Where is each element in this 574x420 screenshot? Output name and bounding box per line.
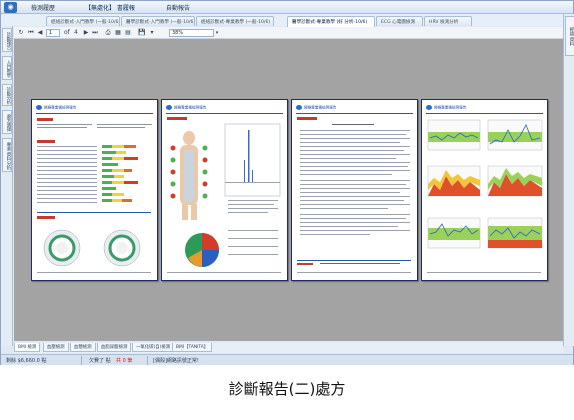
page-of-label: of: [64, 29, 70, 36]
page-1-content: [37, 118, 152, 273]
btab-co[interactable]: 一氧化碳(自)檢測: [132, 343, 175, 352]
caption: 診斷報告(二)處方: [228, 380, 346, 398]
menu-bar: ◉ 檢測履歷 【無處化】 書履報 自動報告: [1, 1, 573, 14]
zoom-dropdown-icon[interactable]: ▾: [213, 29, 221, 37]
tab-medical-basic[interactable]: 醫學診斷式-入門教學 (一般-10/6): [121, 16, 195, 26]
zoom-select[interactable]: 38%: [169, 29, 214, 37]
report-tabs: 經絡診斷式-入門教學 (一般-10/6) 醫學診斷式-入門教學 (一般-10/6…: [1, 14, 573, 27]
viewer-toolbar: ↻ ⏮ ◀ 1 of 4 ▶ ⏭ ⎙ ▦ ▤ 💾 ▾ 38% ▾: [14, 27, 563, 39]
left-sidebar: 診斷報告 入門教學 診斷分析 處方選擇 專業 資料分析: [1, 26, 13, 346]
page-3-content: [297, 117, 411, 273]
page-2-content: [167, 117, 281, 273]
tab-meridian-basic[interactable]: 經絡診斷式-入門教學 (一般-10/6): [46, 16, 120, 26]
tab-ecg[interactable]: ECG 心電圖檢測: [376, 16, 423, 26]
btab-blood-pressure[interactable]: 血壓檢測: [43, 343, 69, 352]
tab-medical-pro[interactable]: 醫學診斷式-專業教學 (好 分析-10/6): [287, 16, 375, 27]
right-sidebar: 經絡 資料: [563, 14, 574, 346]
app-window: ◉ 檢測履歷 【無處化】 書履報 自動報告 經絡診斷式-入門教學 (一般-10/…: [0, 0, 574, 365]
vtab-diagnosis-report[interactable]: 診斷報告: [2, 28, 12, 52]
vtab-meridian-data[interactable]: 經絡 資料: [565, 16, 574, 56]
page-setup-icon[interactable]: ▤: [124, 29, 132, 37]
balance-text: 剩餘 $6,660.0 點: [6, 358, 47, 364]
menu-item-auto-report[interactable]: 自動報告: [166, 3, 190, 12]
btab-bmi-tanita[interactable]: BMI【TANITA】: [172, 343, 213, 352]
overdue-value: 共 0 筆: [116, 358, 133, 364]
btab-bmi[interactable]: BMI 檢測: [14, 343, 41, 352]
print-icon[interactable]: ⎙: [104, 29, 112, 37]
report-page-3: 經絡專業儀檢測報告: [291, 99, 418, 281]
menu-item-report[interactable]: 【無處化】 書履報: [85, 3, 135, 12]
export-icon[interactable]: 💾: [138, 29, 146, 37]
page-layout-icon[interactable]: ▦: [114, 29, 122, 37]
vtab-pro-data[interactable]: 專業 資料分析: [2, 138, 12, 172]
tab-meridian-pro[interactable]: 經絡診斷式-專業教學 (一般-10/6): [196, 16, 274, 26]
first-page-icon[interactable]: ⏮: [27, 29, 35, 37]
report-viewer[interactable]: 經絡專業儀檢測報告 經絡專業儀檢測報告 經絡專業儀檢測報告 經絡專業儀檢測報告: [14, 39, 563, 341]
app-logo-icon[interactable]: ◉: [4, 2, 17, 13]
report-page-2: 經絡專業儀檢測報告: [161, 99, 288, 281]
page-4-content: [427, 119, 543, 273]
export-dropdown-icon[interactable]: ▾: [148, 29, 156, 37]
btab-blood-sugar[interactable]: 血糖檢測: [70, 343, 96, 352]
bottom-tabs: BMI 檢測 血壓檢測 血糖檢測 血脂尿酸檢測 一氧化碳(自)檢測 BMI【TA…: [14, 343, 563, 353]
last-page-icon[interactable]: ⏭: [91, 29, 99, 37]
prev-page-icon[interactable]: ◀: [36, 29, 44, 37]
page-number-input[interactable]: 1: [46, 29, 60, 37]
overdue-label: 欠費了 點: [89, 358, 111, 364]
tab-hrv[interactable]: HRV 檢測分析: [424, 16, 472, 26]
network-status: [偶殼]網路訊號正常!: [153, 358, 199, 364]
vtab-diagnosis-analysis[interactable]: 診斷分析: [2, 84, 12, 106]
report-page-1: 經絡專業儀檢測報告: [31, 99, 158, 281]
vtab-basic-teaching[interactable]: 入門教學: [2, 56, 12, 80]
report-page-4: 經絡專業儀檢測報告: [421, 99, 548, 281]
refresh-icon[interactable]: ↻: [17, 29, 25, 37]
btab-lipid-uric[interactable]: 血脂尿酸檢測: [97, 343, 132, 352]
menu-item-history[interactable]: 檢測履歷: [31, 3, 55, 12]
page-total-label: 4: [74, 29, 78, 36]
vtab-prescription[interactable]: 處方選擇: [2, 110, 12, 134]
next-page-icon[interactable]: ▶: [82, 29, 90, 37]
status-bar: 剩餘 $6,660.0 點 欠費了 點 共 0 筆 [偶殼]網路訊號正常!: [1, 354, 573, 365]
